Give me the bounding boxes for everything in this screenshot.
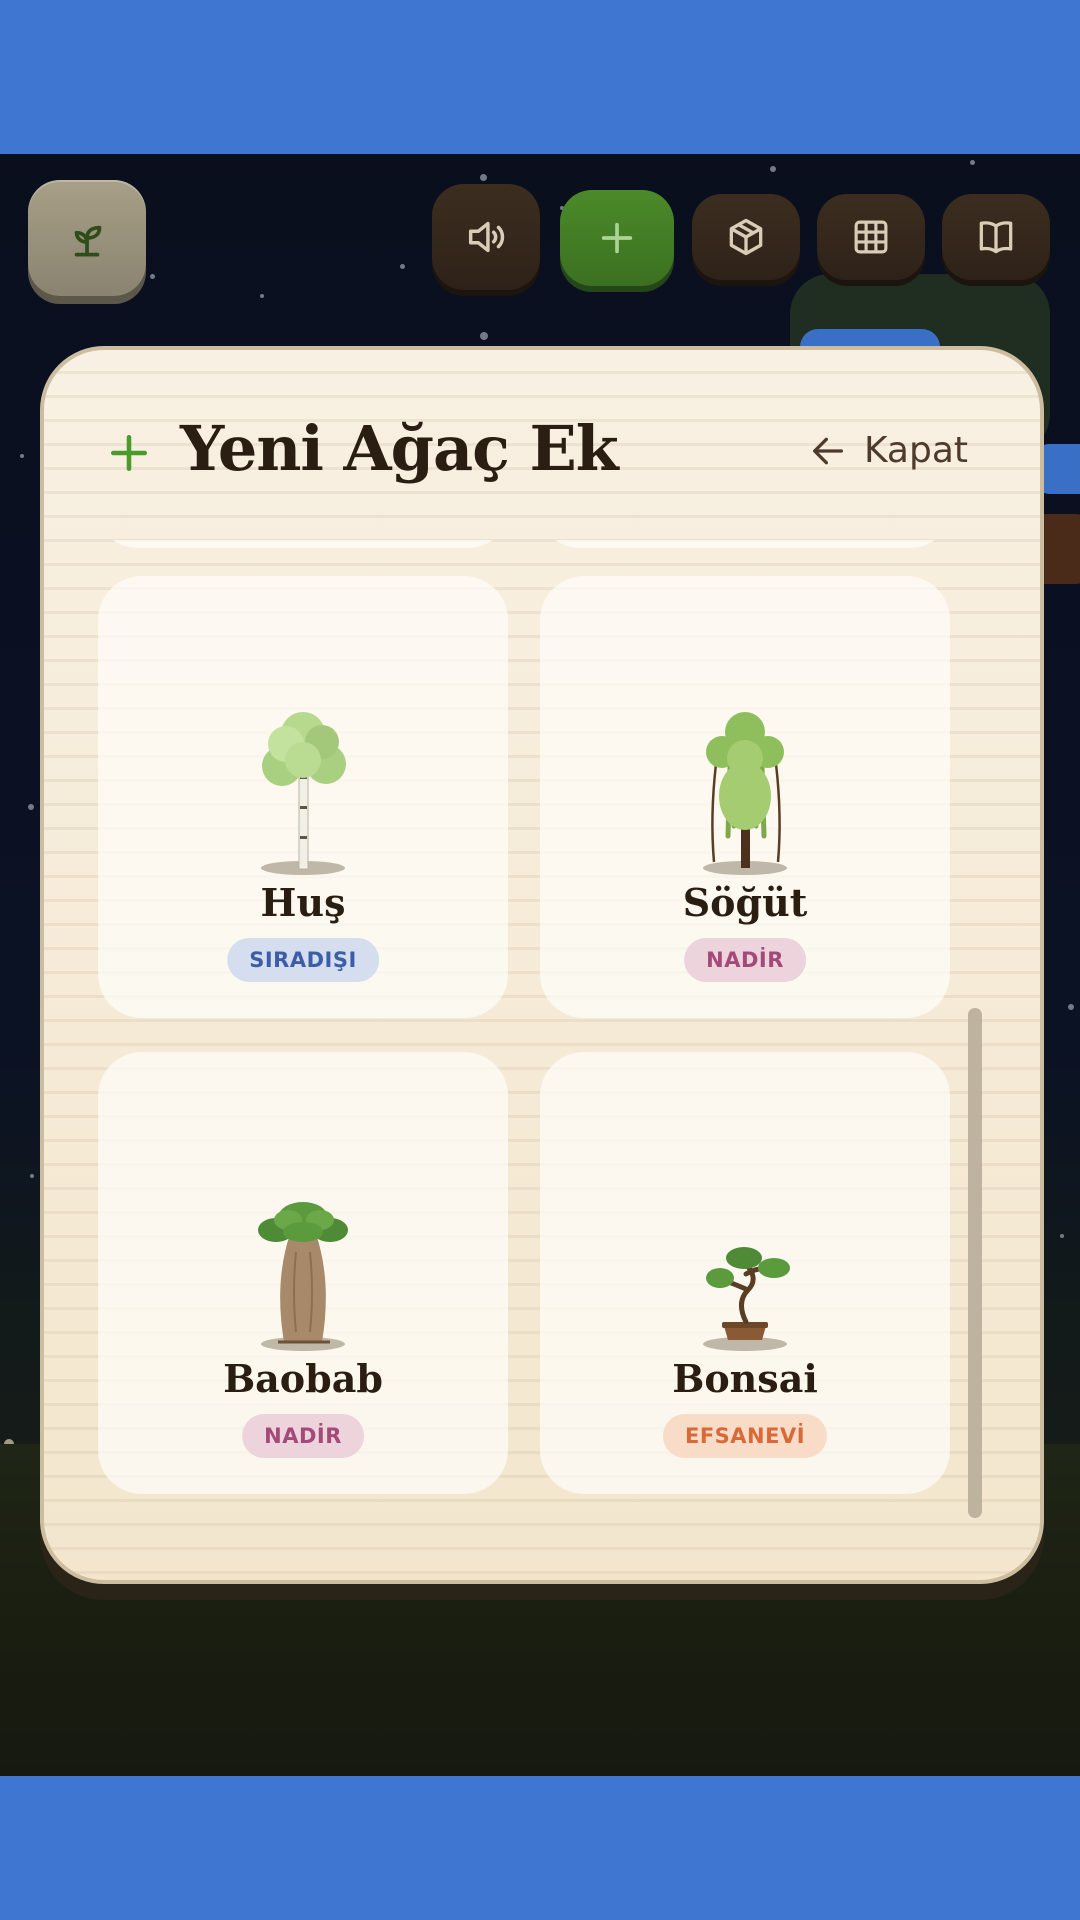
book-icon bbox=[979, 221, 1013, 254]
tree-card[interactable] bbox=[98, 540, 508, 548]
home-button[interactable] bbox=[28, 180, 146, 296]
sound-button[interactable] bbox=[432, 184, 540, 290]
bonsai-tree-icon bbox=[703, 1247, 790, 1351]
rarity-badge: EFSANEVİ bbox=[662, 1414, 828, 1458]
willow-tree-icon bbox=[703, 712, 787, 875]
tree-name: Söğüt bbox=[682, 880, 808, 925]
tree-card-birch[interactable]: Huş SIRADIŞI bbox=[98, 576, 508, 1018]
plus-icon bbox=[110, 434, 148, 472]
inventory-button[interactable] bbox=[692, 194, 800, 280]
rarity-badge: NADİR bbox=[242, 1414, 364, 1458]
scrollbar[interactable] bbox=[968, 1008, 982, 1518]
new-tree-modal: Yeni Ağaç Ek Kapat Huş SIRADIŞI Söğüt NA… bbox=[40, 346, 1044, 1584]
rarity-badge: SIRADIŞI bbox=[227, 938, 379, 982]
tree-card-willow[interactable]: Söğüt NADİR bbox=[540, 576, 950, 1018]
modal-header: Yeni Ağaç Ek Kapat bbox=[44, 350, 1040, 540]
box-icon bbox=[729, 218, 763, 256]
tree-card-baobab[interactable]: Baobab NADİR bbox=[98, 1052, 508, 1494]
tree-name: Baobab bbox=[223, 1356, 383, 1401]
grid-button[interactable] bbox=[817, 194, 925, 280]
tree-card-bonsai[interactable]: Bonsai EFSANEVİ bbox=[540, 1052, 950, 1494]
grid-icon bbox=[854, 220, 888, 254]
add-tree-button[interactable] bbox=[560, 190, 674, 286]
tree-grid: Huş SIRADIŞI Söğüt NADİR Baobab NADİR Bo… bbox=[98, 540, 1008, 1540]
birch-tree-icon bbox=[261, 712, 346, 875]
close-label: Kapat bbox=[863, 430, 968, 471]
plus-icon bbox=[601, 222, 633, 254]
modal-title: Yeni Ağaç Ek bbox=[180, 412, 619, 485]
arrow-left-icon bbox=[812, 437, 843, 464]
journal-button[interactable] bbox=[942, 194, 1050, 280]
rarity-badge: NADİR bbox=[684, 938, 806, 982]
sprout-icon bbox=[74, 225, 102, 257]
tree-card[interactable] bbox=[540, 540, 950, 548]
tree-name: Bonsai bbox=[672, 1356, 818, 1401]
close-button[interactable]: Kapat bbox=[808, 430, 968, 471]
top-band bbox=[0, 0, 1080, 154]
tree-name: Huş bbox=[260, 880, 346, 925]
bottom-band bbox=[0, 1776, 1080, 1920]
speaker-icon bbox=[468, 221, 505, 253]
baobab-tree-icon bbox=[258, 1202, 348, 1351]
